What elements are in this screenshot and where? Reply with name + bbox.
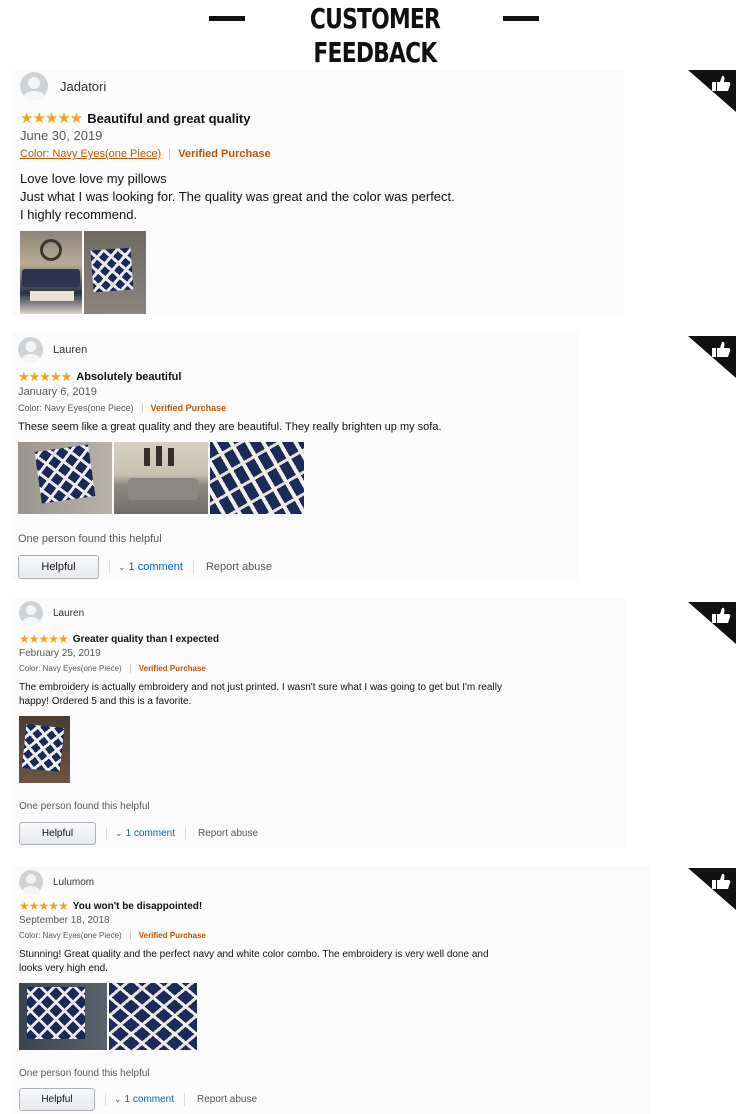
chevron-down-icon[interactable]: ⌄ — [114, 1094, 122, 1105]
page-header: CUSTOMER FEEDBACK — [0, 0, 750, 69]
review-actions: Helpful ⌄ 1 comment Report abuse — [19, 822, 258, 845]
helpful-button[interactable]: Helpful — [18, 555, 99, 579]
helpful-button[interactable]: Helpful — [19, 822, 96, 845]
review-meta: Color: Navy Eyes(one Piece) Verified Pur… — [19, 930, 206, 941]
header-dash-left — [209, 16, 245, 21]
default-user-icon — [19, 601, 43, 625]
star-rating: ★★★★★ — [18, 368, 72, 384]
review-photo-pillow[interactable] — [19, 983, 107, 1050]
review-body-line: These seem like a great quality and they… — [18, 421, 442, 433]
review-title-row: ★★★★★ You won't be disappointed! — [19, 899, 202, 913]
variant-label: Color: Navy Eyes(one Piece) — [18, 403, 134, 413]
review-meta: Color: Navy Eyes(one Piece) Verified Pur… — [20, 147, 271, 161]
review-body: Stunning! Great quality and the perfect … — [19, 948, 489, 976]
default-user-icon — [18, 337, 43, 362]
review-date: June 30, 2019 — [20, 128, 103, 143]
review-author[interactable]: Lauren — [53, 344, 87, 356]
verified-purchase-badge: Verified Purchase — [178, 148, 271, 160]
review-photo-pillow[interactable] — [84, 231, 146, 314]
review-actions: Helpful ⌄ 1 comment Report abuse — [18, 555, 272, 579]
review-actions: Helpful ⌄ 1 comment Report abuse — [19, 1088, 257, 1111]
comment-link[interactable]: 1 comment — [125, 1094, 174, 1105]
page-title: CUSTOMER FEEDBACK — [309, 2, 441, 69]
review-header: Lauren — [19, 601, 84, 625]
review-date: September 18, 2018 — [19, 915, 110, 926]
star-rating: ★★★★★ — [19, 632, 69, 646]
helpful-count: One person found this helpful — [18, 533, 162, 545]
report-abuse-link[interactable]: Report abuse — [197, 1094, 257, 1105]
thumbs-up-icon — [688, 70, 736, 112]
thumbs-up-icon — [688, 868, 736, 910]
review-title-row: ★★★★★ Greater quality than I expected — [19, 632, 219, 646]
review-body-line: Stunning! Great quality and the perfect … — [19, 949, 489, 960]
verified-purchase-badge: Verified Purchase — [138, 931, 206, 940]
variant-link[interactable]: Color: Navy Eyes(one Piece) — [20, 148, 161, 160]
helpful-count: One person found this helpful — [19, 1068, 150, 1079]
review-meta: Color: Navy Eyes(one Piece) Verified Pur… — [19, 663, 206, 674]
review-title[interactable]: Greater quality than I expected — [73, 634, 219, 645]
review-meta: Color: Navy Eyes(one Piece) Verified Pur… — [18, 402, 226, 414]
default-user-icon — [20, 72, 48, 100]
review-photos — [19, 716, 70, 783]
review-body: Love love love my pillows Just what I wa… — [20, 170, 455, 224]
review-title[interactable]: Beautiful and great quality — [87, 111, 250, 126]
review-body-line: The embroidery is actually embroidery an… — [19, 682, 502, 693]
verified-purchase-badge: Verified Purchase — [138, 664, 206, 673]
review-photo-embroidery[interactable] — [210, 442, 304, 514]
comment-link[interactable]: 1 comment — [129, 561, 183, 573]
review-photo-sofa[interactable] — [114, 442, 208, 514]
review-body-line: I highly recommend. — [20, 207, 138, 222]
variant-label: Color: Navy Eyes(one Piece) — [19, 931, 122, 940]
helpful-count: One person found this helpful — [19, 801, 150, 812]
review-body-line: happy! Ordered 5 and this is a favorite. — [19, 696, 192, 707]
review-author[interactable]: Lauren — [53, 608, 84, 619]
verified-purchase-badge: Verified Purchase — [150, 403, 227, 413]
review-date: February 25, 2019 — [19, 648, 101, 659]
variant-label: Color: Navy Eyes(one Piece) — [19, 664, 122, 673]
star-rating: ★★★★★ — [19, 899, 69, 913]
star-rating: ★★★★★ — [20, 110, 83, 127]
review-photos — [18, 442, 304, 514]
review-title[interactable]: Absolutely beautiful — [76, 371, 181, 383]
review-body: The embroidery is actually embroidery an… — [19, 681, 502, 709]
default-user-icon — [19, 870, 43, 894]
review-header: Lauren — [18, 337, 87, 362]
report-abuse-link[interactable]: Report abuse — [206, 561, 272, 573]
review-header: Lulumom — [19, 870, 94, 894]
review-author[interactable]: Jadatori — [60, 79, 106, 94]
thumbs-up-icon — [688, 602, 736, 644]
review-body-line: Love love love my pillows — [20, 171, 167, 186]
review-photo-living-room[interactable] — [20, 231, 82, 314]
review-photos — [19, 983, 197, 1050]
review-body: These seem like a great quality and they… — [18, 420, 442, 435]
review-photos — [20, 231, 146, 314]
thumbs-up-icon — [688, 336, 736, 378]
review-photo-pillow-closeup[interactable] — [18, 442, 112, 514]
review-author[interactable]: Lulumom — [53, 877, 94, 888]
review-title[interactable]: You won't be disappointed! — [73, 901, 202, 912]
helpful-button[interactable]: Helpful — [19, 1088, 95, 1111]
header-dash-right — [503, 16, 539, 21]
review-body-line: looks very high end. — [19, 963, 108, 974]
review-header: Jadatori — [20, 72, 106, 100]
review-title-row: ★★★★★ Beautiful and great quality — [20, 109, 251, 127]
review-photo-embroidery[interactable] — [109, 983, 197, 1050]
review-photo-pillow[interactable] — [19, 716, 70, 783]
chevron-down-icon[interactable]: ⌄ — [115, 828, 123, 839]
chevron-down-icon[interactable]: ⌄ — [118, 562, 126, 573]
review-title-row: ★★★★★ Absolutely beautiful — [18, 369, 181, 384]
review-date: January 6, 2019 — [18, 386, 97, 398]
review-body-line: Just what I was looking for. The quality… — [20, 189, 455, 204]
comment-link[interactable]: 1 comment — [126, 828, 175, 839]
report-abuse-link[interactable]: Report abuse — [198, 828, 258, 839]
